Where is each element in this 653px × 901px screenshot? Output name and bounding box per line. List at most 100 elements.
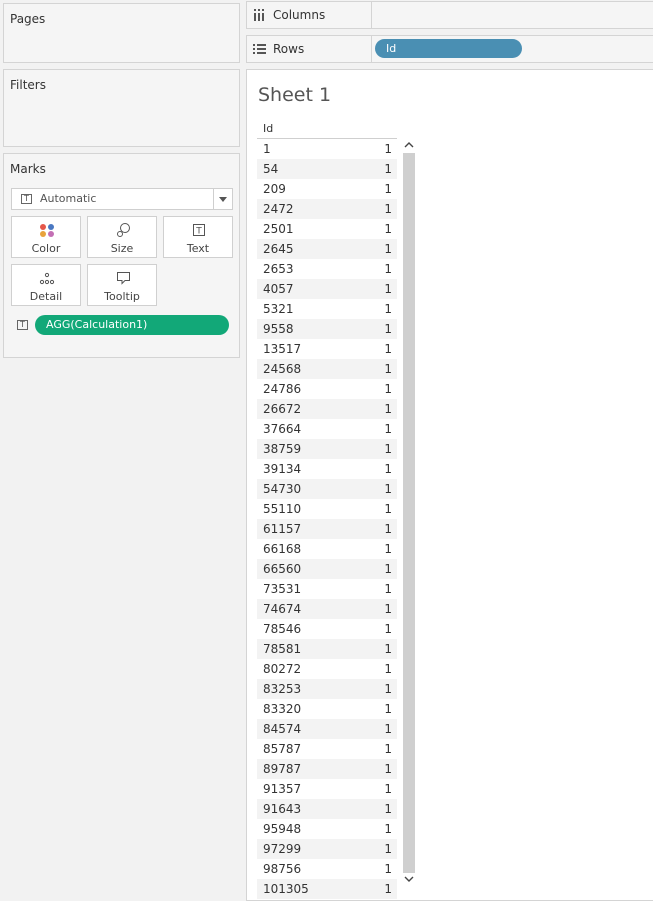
table-row[interactable]: 39134 1 — [257, 459, 397, 479]
size-button-label: Size — [110, 242, 134, 255]
table-row[interactable]: 2472 1 — [257, 199, 397, 219]
id-dimension-pill[interactable]: Id — [375, 39, 522, 58]
row-id: 4057 — [263, 282, 294, 296]
vertical-scrollbar[interactable] — [401, 139, 417, 889]
table-row[interactable]: 83253 1 — [257, 679, 397, 699]
row-value: 1 — [384, 562, 392, 576]
table-rows: 1 1 54 1 209 1 2472 1 2501 1 2645 1 2653 1 4057 1 5321 1 9… — [257, 139, 397, 899]
table-row[interactable]: 73531 1 — [257, 579, 397, 599]
table-row[interactable]: 78581 1 — [257, 639, 397, 659]
filters-panel[interactable]: Filters — [3, 69, 240, 147]
pages-panel[interactable]: Pages — [3, 3, 240, 63]
calculation-field-pill[interactable]: AGG(Calculation1) — [35, 315, 229, 335]
table-row[interactable]: 78546 1 — [257, 619, 397, 639]
table-row[interactable]: 13517 1 — [257, 339, 397, 359]
table-row[interactable]: 209 1 — [257, 179, 397, 199]
table-row[interactable]: 74674 1 — [257, 599, 397, 619]
scroll-up-icon[interactable] — [404, 141, 414, 149]
table-row[interactable]: 54 1 — [257, 159, 397, 179]
row-value: 1 — [384, 282, 392, 296]
tooltip-button[interactable]: Tooltip — [87, 264, 157, 306]
table-row[interactable]: 9558 1 — [257, 319, 397, 339]
row-value: 1 — [384, 702, 392, 716]
table-row[interactable]: 66560 1 — [257, 559, 397, 579]
table-row[interactable]: 5321 1 — [257, 299, 397, 319]
column-header-label: Id — [263, 122, 274, 135]
text-mark-icon: T — [21, 194, 32, 204]
table-row[interactable]: 91357 1 — [257, 779, 397, 799]
table-row[interactable]: 2501 1 — [257, 219, 397, 239]
row-id: 97299 — [263, 842, 302, 856]
table-row[interactable]: 97299 1 — [257, 839, 397, 859]
row-id: 209 — [263, 182, 286, 196]
table-row[interactable]: 24568 1 — [257, 359, 397, 379]
row-id: 61157 — [263, 522, 302, 536]
table-row[interactable]: 80272 1 — [257, 659, 397, 679]
row-value: 1 — [384, 262, 392, 276]
table-row[interactable]: 24786 1 — [257, 379, 397, 399]
color-icon — [40, 224, 54, 237]
color-button[interactable]: Color — [11, 216, 81, 258]
row-value: 1 — [384, 382, 392, 396]
row-value: 1 — [384, 342, 392, 356]
row-id: 66168 — [263, 542, 302, 556]
table-row[interactable]: 54730 1 — [257, 479, 397, 499]
row-id: 26672 — [263, 402, 302, 416]
row-value: 1 — [384, 522, 392, 536]
row-id: 2653 — [263, 262, 294, 276]
table-row[interactable]: 83320 1 — [257, 699, 397, 719]
row-id: 66560 — [263, 562, 302, 576]
table-row[interactable]: 55110 1 — [257, 499, 397, 519]
table-row[interactable]: 95948 1 — [257, 819, 397, 839]
table-row[interactable]: 61157 1 — [257, 519, 397, 539]
row-value: 1 — [384, 442, 392, 456]
table-row[interactable]: 2653 1 — [257, 259, 397, 279]
table-row[interactable]: 91643 1 — [257, 799, 397, 819]
color-button-label: Color — [31, 242, 61, 255]
columns-drop-area[interactable] — [371, 2, 653, 28]
table-row[interactable]: 37664 1 — [257, 419, 397, 439]
row-id: 54 — [263, 162, 279, 176]
chevron-down-icon[interactable] — [213, 189, 232, 209]
row-value: 1 — [384, 542, 392, 556]
row-value: 1 — [384, 622, 392, 636]
row-id: 9558 — [263, 322, 294, 336]
row-value: 1 — [384, 782, 392, 796]
table-row[interactable]: 38759 1 — [257, 439, 397, 459]
mark-type-dropdown[interactable]: T Automatic — [11, 188, 233, 210]
row-value: 1 — [384, 162, 392, 176]
row-value: 1 — [384, 762, 392, 776]
row-id: 38759 — [263, 442, 302, 456]
row-value: 1 — [384, 822, 392, 836]
tooltip-icon — [117, 272, 130, 285]
scroll-down-icon[interactable] — [404, 875, 414, 883]
table-row[interactable]: 84574 1 — [257, 719, 397, 739]
sheet-title[interactable]: Sheet 1 — [258, 84, 331, 106]
table-row[interactable]: 85787 1 — [257, 739, 397, 759]
column-header[interactable]: Id — [257, 122, 397, 139]
table-row[interactable]: 26672 1 — [257, 399, 397, 419]
row-id: 37664 — [263, 422, 302, 436]
row-value: 1 — [384, 202, 392, 216]
detail-icon — [39, 272, 55, 285]
table-row[interactable]: 89787 1 — [257, 759, 397, 779]
table-row[interactable]: 101305 1 — [257, 879, 397, 899]
scrollbar-thumb[interactable] — [403, 153, 415, 873]
table-row[interactable]: 4057 1 — [257, 279, 397, 299]
table-row[interactable]: 2645 1 — [257, 239, 397, 259]
row-id: 91357 — [263, 782, 302, 796]
row-value: 1 — [384, 642, 392, 656]
row-id: 1 — [263, 142, 271, 156]
filters-title: Filters — [10, 78, 46, 92]
columns-label: Columns — [273, 8, 326, 22]
table-row[interactable]: 98756 1 — [257, 859, 397, 879]
detail-button[interactable]: Detail — [11, 264, 81, 306]
table-row[interactable]: 11 — [257, 139, 397, 159]
text-button[interactable]: T Text — [163, 216, 233, 258]
row-value: 1 — [384, 462, 392, 476]
table-row[interactable]: 66168 1 — [257, 539, 397, 559]
size-button[interactable]: Size — [87, 216, 157, 258]
row-value: 1 — [384, 502, 392, 516]
svg-text:T: T — [195, 227, 202, 237]
tooltip-button-label: Tooltip — [104, 290, 140, 303]
